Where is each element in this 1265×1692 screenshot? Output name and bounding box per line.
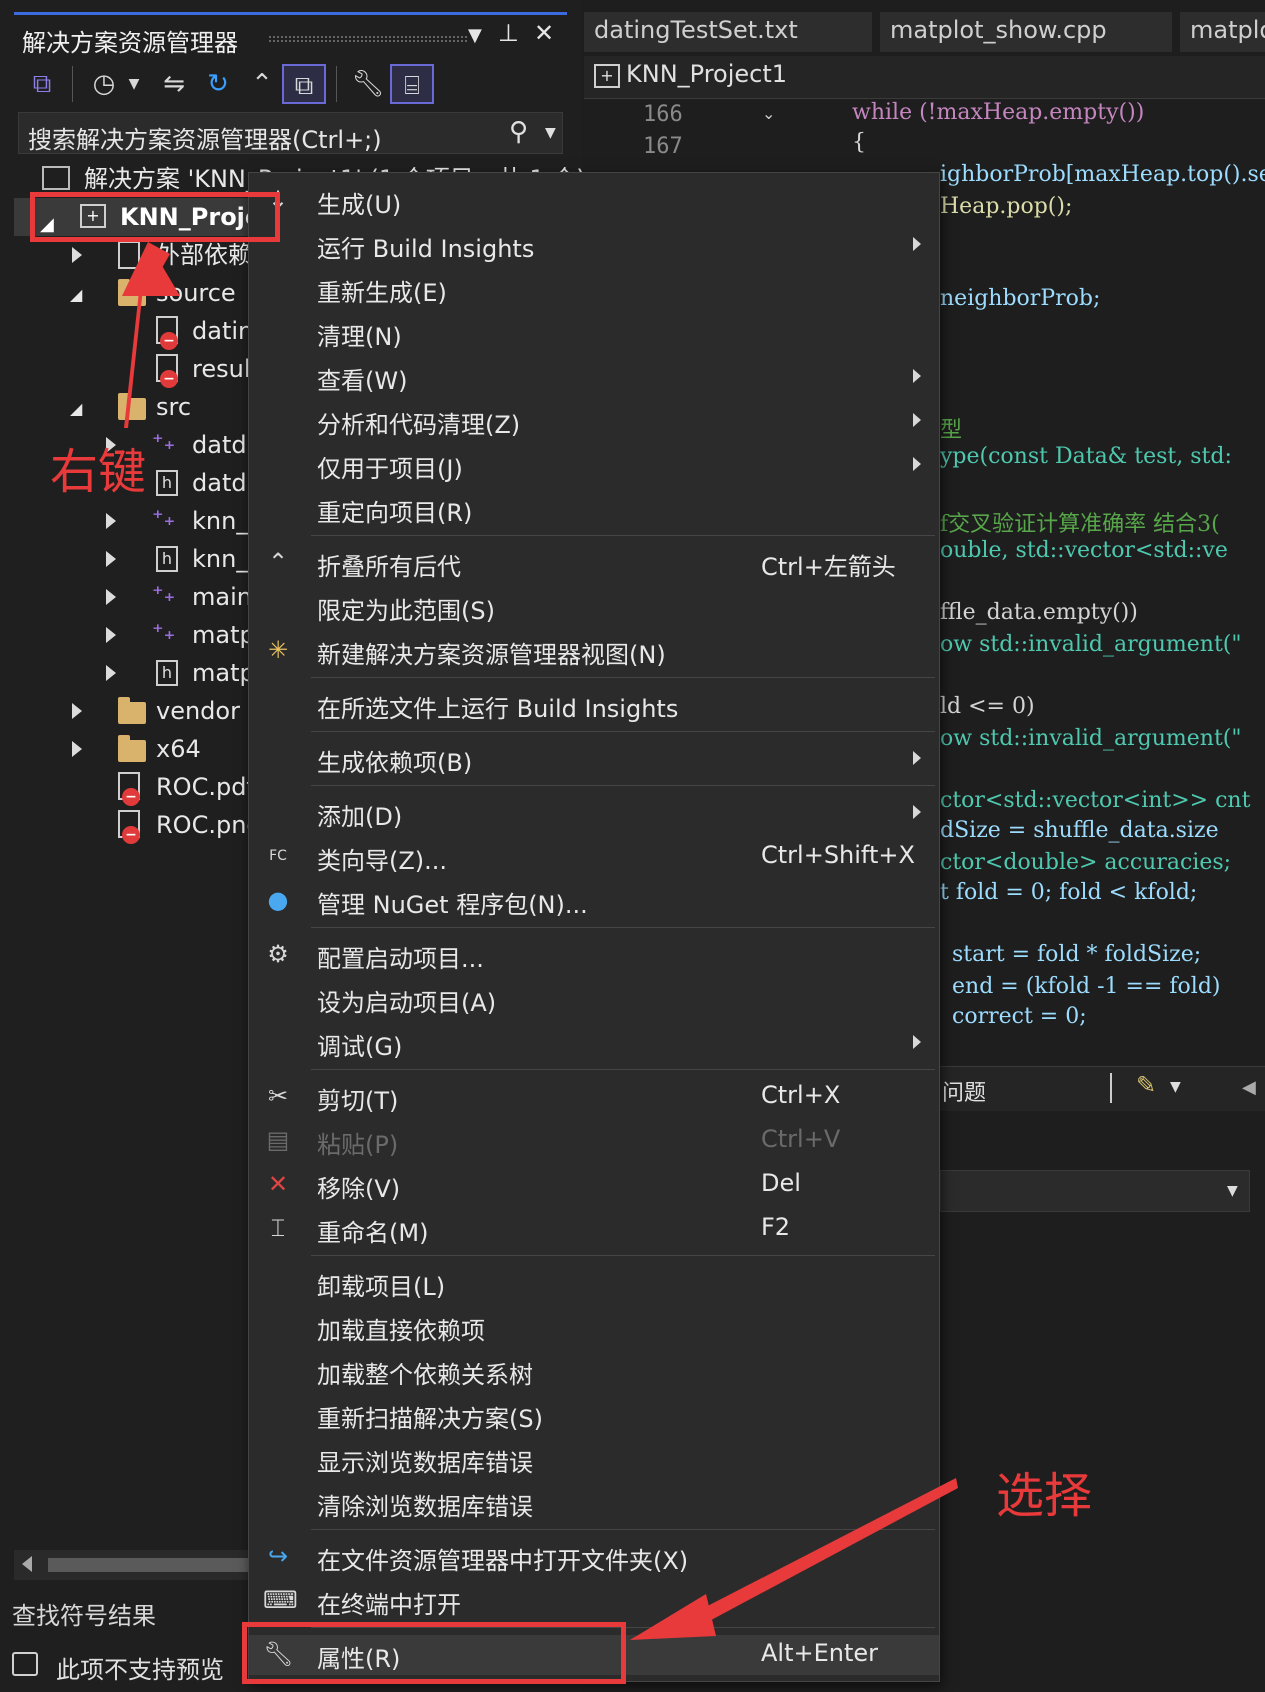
annotation-select: 选择	[996, 1468, 1093, 1524]
arrowhead-properties	[630, 1594, 716, 1640]
annotation-right-click: 右键	[50, 444, 147, 500]
arrow-to-properties	[692, 1478, 958, 1626]
arrowhead-up	[122, 242, 180, 296]
annotation-arrows	[122, 242, 958, 1640]
